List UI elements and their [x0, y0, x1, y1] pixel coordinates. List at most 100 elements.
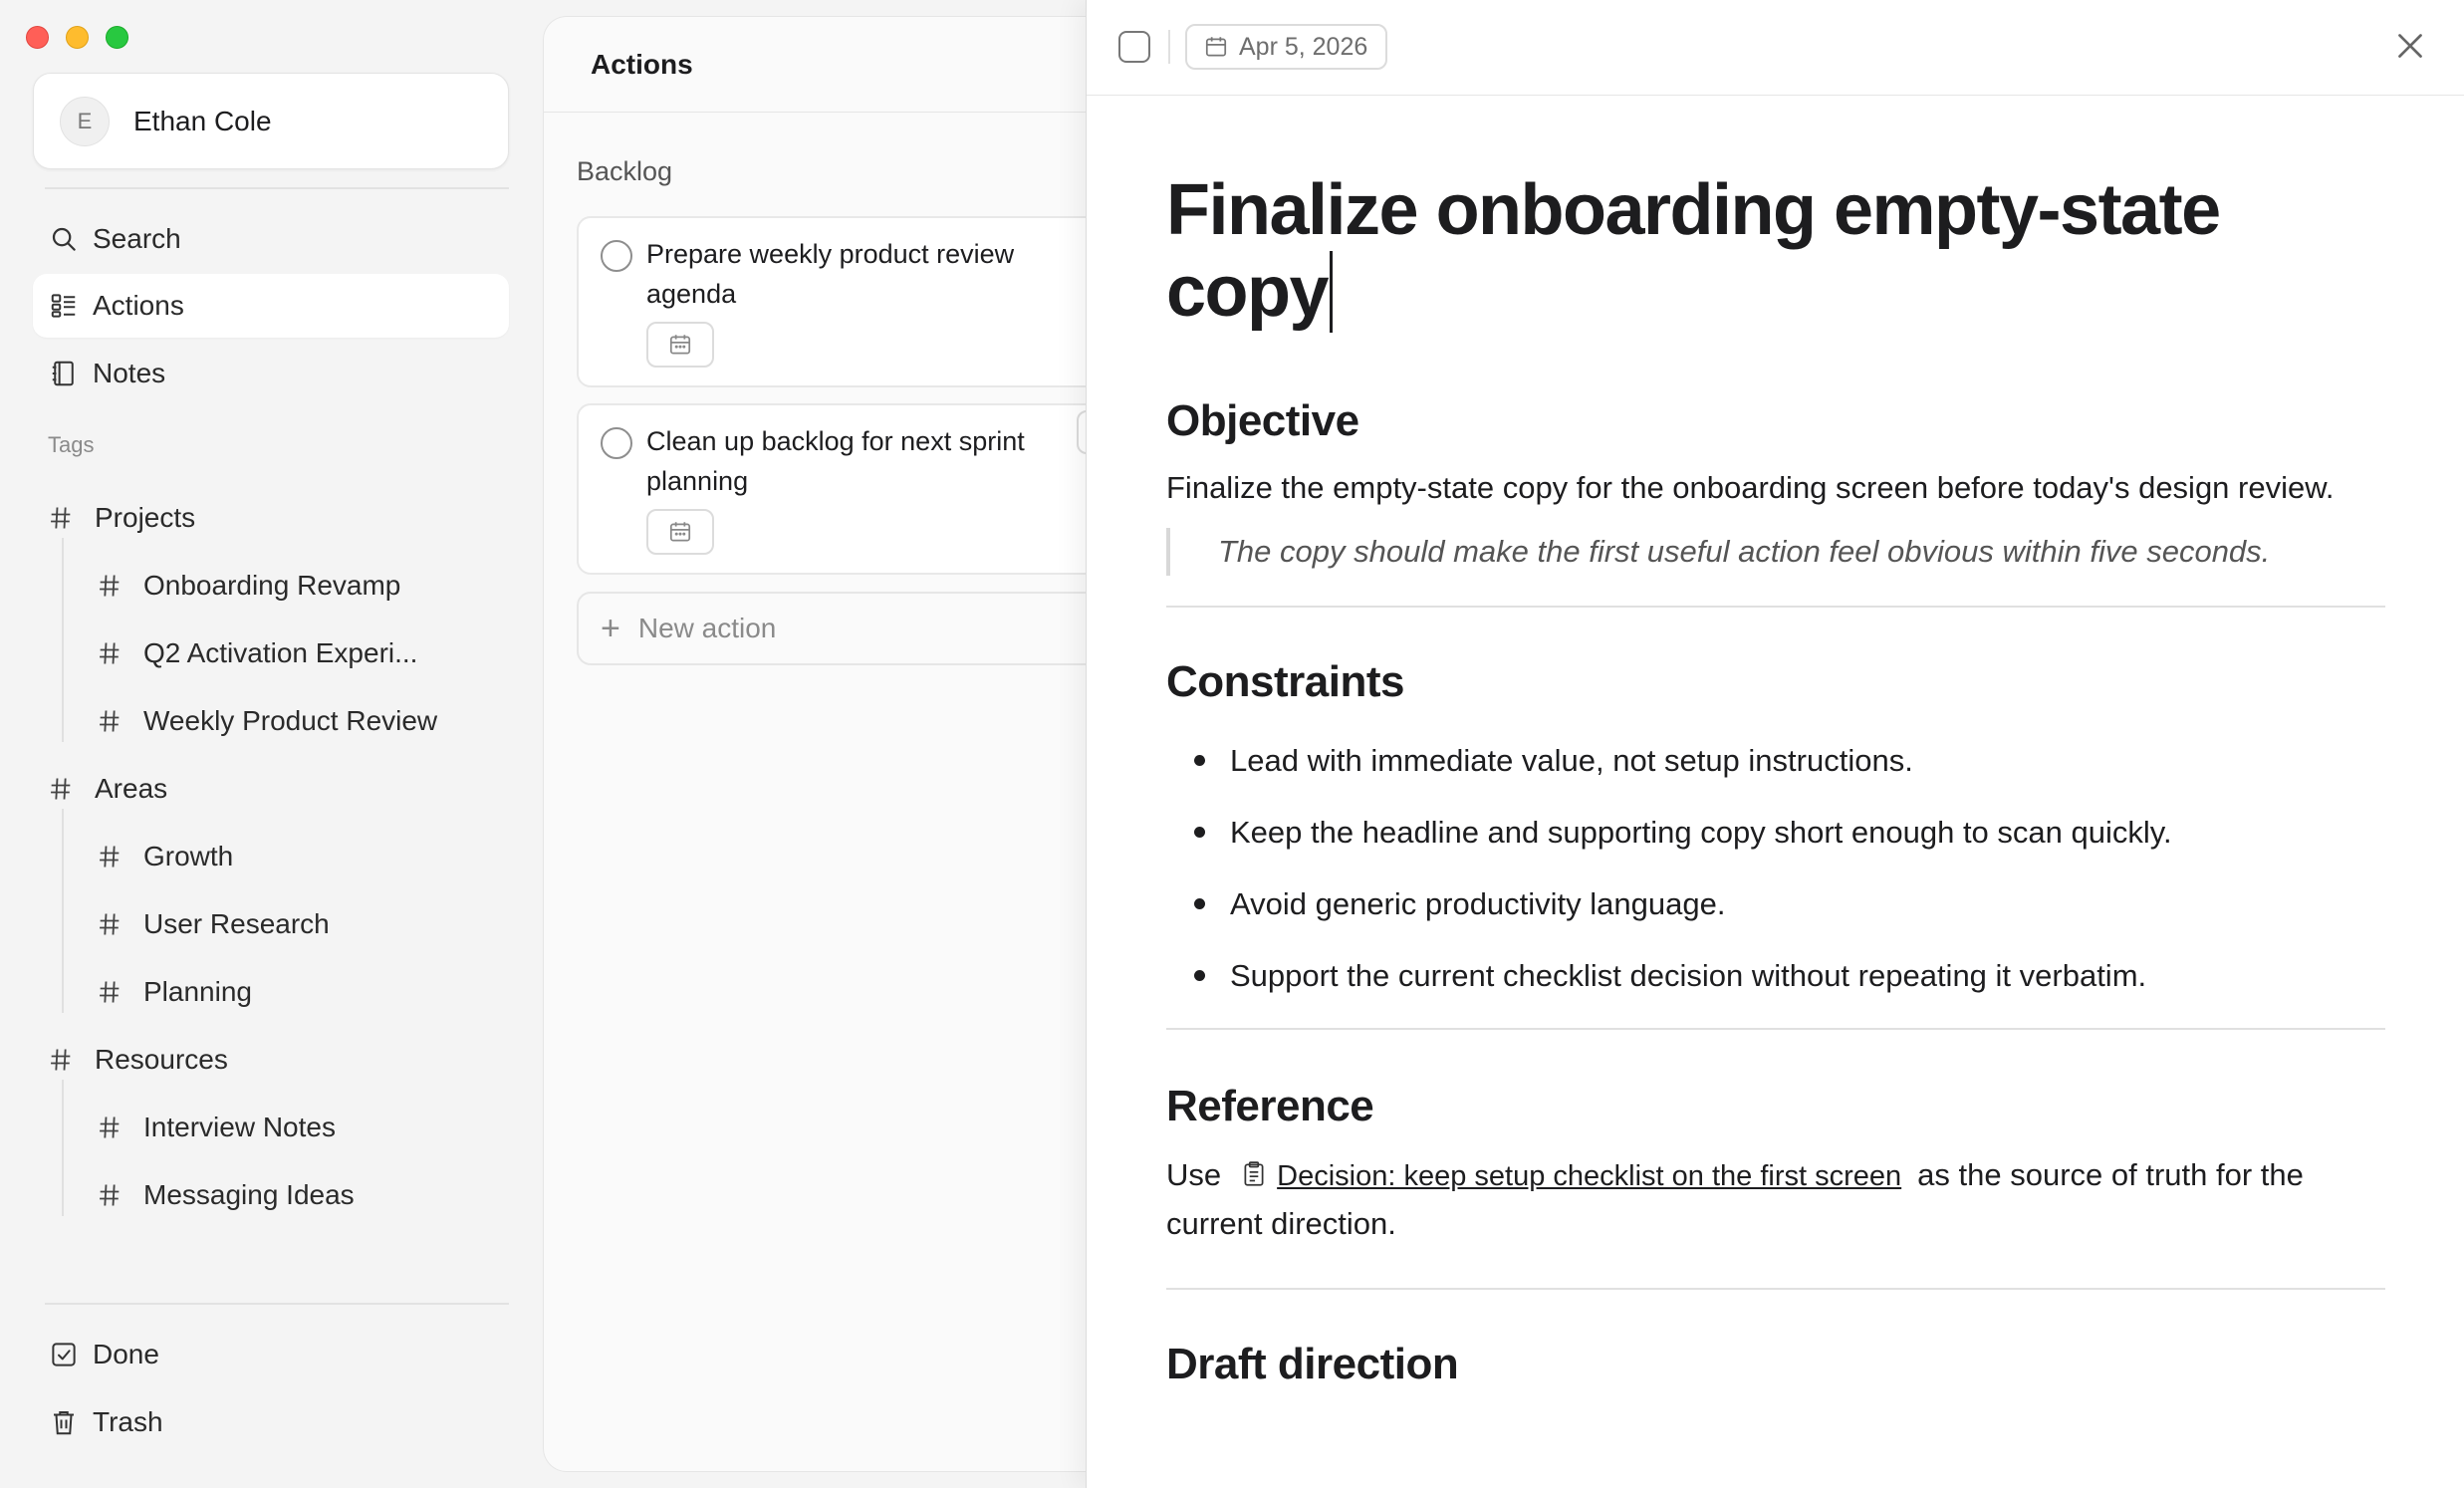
action-detail-panel: Apr 5, 2026 Finalize onboarding empty-st…: [1086, 0, 2464, 1488]
tag-growth[interactable]: Growth: [96, 835, 233, 878]
hash-icon: [96, 1181, 123, 1209]
group-label: Backlog: [577, 156, 673, 186]
tag-q2-activation[interactable]: Q2 Activation Experi...: [96, 631, 417, 675]
hash-icon: [96, 1114, 123, 1141]
sidebar-item-notes[interactable]: Notes: [33, 342, 509, 405]
reference-text: Use Decision: keep setup checklist on the…: [1166, 1151, 2385, 1248]
list-item: Avoid generic productivity language.: [1166, 884, 2385, 924]
tag-label: Messaging Ideas: [143, 1179, 355, 1210]
close-icon[interactable]: [2392, 28, 2428, 64]
tag-label: Growth: [143, 841, 234, 871]
objective-heading: Objective: [1166, 396, 1359, 445]
note-link[interactable]: Decision: keep setup checklist on the fi…: [1277, 1160, 1901, 1192]
text-cursor: [1330, 251, 1334, 333]
checkbox-checked-icon: [47, 1338, 81, 1371]
complete-checkbox[interactable]: [1118, 31, 1150, 63]
date-picker-button[interactable]: [646, 322, 714, 368]
list-item: Lead with immediate value, not setup ins…: [1166, 741, 2385, 781]
sidebar-item-trash[interactable]: Trash: [33, 1390, 509, 1454]
sidebar-divider: [45, 1303, 509, 1305]
tag-projects[interactable]: Projects: [47, 496, 195, 540]
plus-icon: +: [601, 609, 620, 647]
tag-label: Weekly Product Review: [143, 705, 438, 736]
hash-icon: [96, 843, 123, 870]
trash-icon: [47, 1405, 81, 1439]
due-date-button[interactable]: Apr 5, 2026: [1185, 24, 1388, 70]
objective-text: Finalize the empty-state copy for the on…: [1166, 470, 2335, 505]
search-icon: [47, 222, 81, 256]
date-picker-button[interactable]: [646, 509, 714, 555]
tree-line: [62, 1080, 64, 1216]
hash-icon: [47, 504, 75, 532]
list-icon: [47, 289, 81, 323]
draft-direction-heading: Draft direction: [1166, 1340, 1459, 1388]
action-checkbox[interactable]: [601, 240, 632, 272]
tag-label: Areas: [95, 773, 168, 804]
tag-resources[interactable]: Resources: [47, 1038, 228, 1082]
tags-section-label: Tags: [48, 432, 95, 457]
hash-icon: [96, 572, 123, 600]
action-card[interactable]: Clean up backlog for next sprint plannin…: [577, 403, 1101, 575]
calendar-icon: [669, 522, 691, 542]
tag-weekly-product-review[interactable]: Weekly Product Review: [96, 699, 437, 743]
tag-interview-notes[interactable]: Interview Notes: [96, 1106, 336, 1149]
calendar-icon: [669, 335, 691, 355]
user-name: Ethan Cole: [133, 105, 272, 136]
hash-icon: [47, 1046, 75, 1074]
page-title[interactable]: Finalize onboarding empty-state copy: [1166, 169, 2385, 333]
action-card[interactable]: Prepare weekly product review agenda: [577, 216, 1101, 387]
note-icon: [1244, 1161, 1264, 1186]
tag-label: Onboarding Revamp: [143, 570, 401, 601]
tag-label: Planning: [143, 976, 252, 1007]
tree-line: [62, 538, 64, 742]
list-item: Support the current checklist decision w…: [1166, 956, 2385, 996]
sidebar-item-label: Notes: [93, 358, 166, 388]
sidebar-item-search[interactable]: Search: [33, 207, 509, 271]
hash-icon: [47, 775, 75, 803]
tag-label: Resources: [95, 1044, 228, 1075]
constraints-list: Lead with immediate value, not setup ins…: [1166, 741, 2385, 996]
actions-panel: Actions Backlog Prepare weekly product r…: [543, 16, 1101, 1472]
sidebar-item-label: Search: [93, 223, 181, 254]
due-date-label: Apr 5, 2026: [1239, 32, 1368, 61]
title-text: Finalize onboarding empty-state copy: [1166, 170, 2221, 332]
avatar: E: [60, 96, 110, 146]
tag-messaging-ideas[interactable]: Messaging Ideas: [96, 1173, 355, 1217]
sidebar-divider: [45, 187, 509, 189]
tag-label: Interview Notes: [143, 1112, 336, 1142]
divider: [1166, 1288, 2385, 1290]
actions-panel-title: Actions: [544, 17, 1101, 113]
list-item: Keep the headline and supporting copy sh…: [1166, 813, 2385, 853]
divider: [1166, 1028, 2385, 1030]
hash-icon: [96, 910, 123, 938]
hash-icon: [96, 639, 123, 667]
action-title: Clean up backlog for next sprint plannin…: [646, 426, 1025, 496]
app-window: E Ethan Cole Search Actions Notes Tags P…: [0, 0, 2464, 1488]
new-action-button[interactable]: + New action: [577, 592, 1101, 665]
action-checkbox[interactable]: [601, 427, 632, 459]
reference-prefix: Use: [1166, 1157, 1222, 1192]
tag-label: User Research: [143, 908, 330, 939]
new-action-label: New action: [637, 613, 777, 643]
sidebar-item-done[interactable]: Done: [33, 1323, 509, 1386]
detail-toolbar: Apr 5, 2026: [1087, 0, 2464, 96]
tag-user-research[interactable]: User Research: [96, 902, 330, 946]
toolbar-divider: [1168, 30, 1170, 64]
tag-label: Projects: [95, 502, 196, 533]
blockquote: The copy should make the first useful ac…: [1166, 528, 2385, 576]
hash-icon: [96, 707, 123, 735]
constraints-heading: Constraints: [1166, 657, 1404, 706]
tag-planning[interactable]: Planning: [96, 970, 252, 1014]
tag-onboarding-revamp[interactable]: Onboarding Revamp: [96, 564, 400, 608]
document-body[interactable]: Finalize onboarding empty-state copy Obj…: [1166, 169, 2385, 1389]
sidebar-item-label: Done: [93, 1339, 159, 1369]
sidebar: E Ethan Cole Search Actions Notes Tags P…: [0, 0, 543, 1488]
divider: [1166, 606, 2385, 608]
notebook-icon: [47, 357, 81, 390]
sidebar-item-label: Trash: [93, 1406, 163, 1437]
sidebar-item-actions[interactable]: Actions: [33, 274, 509, 338]
sidebar-item-label: Actions: [93, 290, 184, 321]
tag-label: Q2 Activation Experi...: [143, 637, 418, 668]
user-switcher[interactable]: E Ethan Cole: [33, 73, 509, 169]
tag-areas[interactable]: Areas: [47, 767, 167, 811]
